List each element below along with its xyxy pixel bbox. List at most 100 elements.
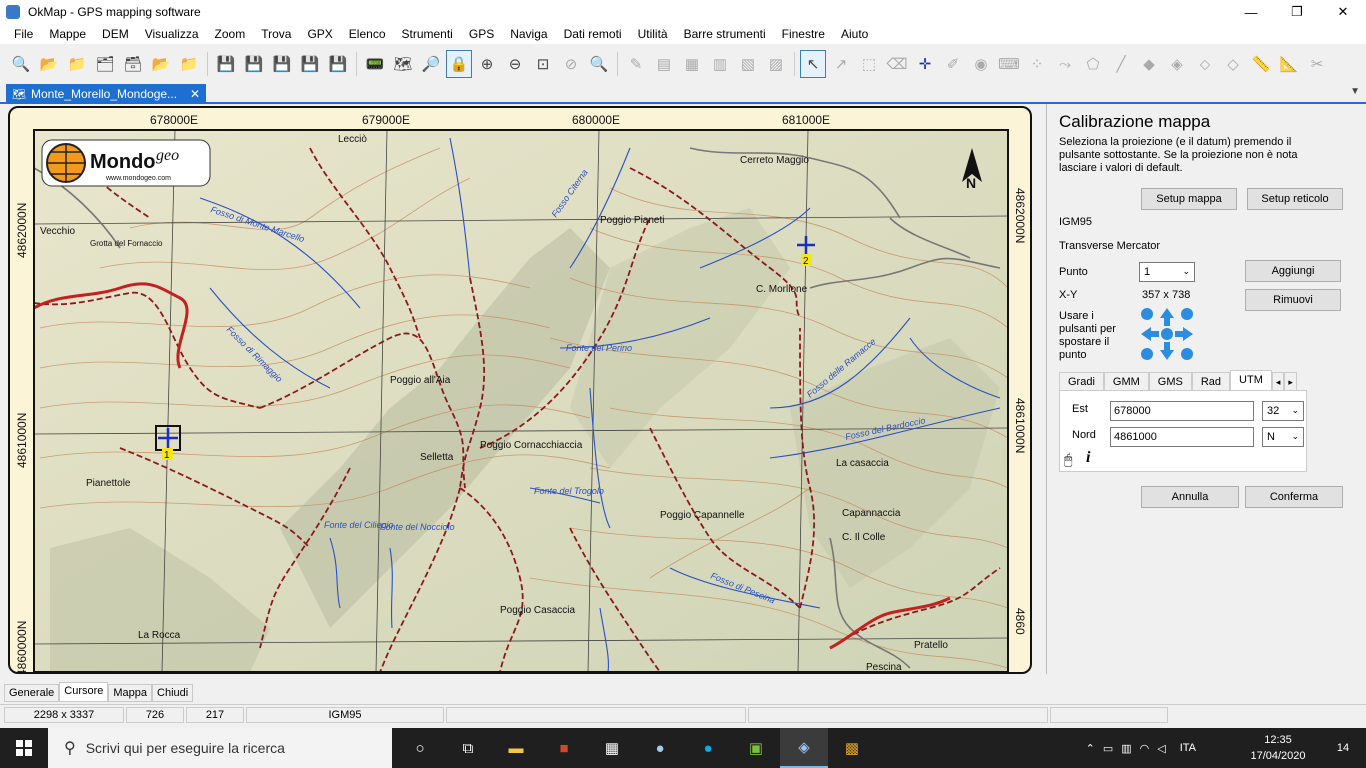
node-icon[interactable]: ◆ xyxy=(1136,50,1162,78)
eraser-icon[interactable]: ⌫ xyxy=(884,50,910,78)
menu-visualizza[interactable]: Visualizza xyxy=(137,24,207,44)
move-up-button[interactable] xyxy=(1160,308,1174,326)
save-gps-icon[interactable]: 💾 xyxy=(269,50,295,78)
language-indicator[interactable]: ITA xyxy=(1180,742,1196,754)
zoom-icon[interactable]: 🔎 xyxy=(418,50,444,78)
start-button[interactable] xyxy=(0,728,48,768)
menu-strumenti[interactable]: Strumenti xyxy=(394,24,461,44)
setup-map-button[interactable]: Setup mappa xyxy=(1141,188,1237,210)
remove-point-button[interactable]: Rimuovi xyxy=(1245,289,1341,311)
punto-select[interactable]: 1 ⌄ xyxy=(1139,262,1195,282)
close-tab-icon[interactable]: ✕ xyxy=(190,87,200,101)
close-button[interactable]: ✕ xyxy=(1320,0,1366,24)
powerpoint-icon[interactable]: ■ xyxy=(540,728,588,768)
notification-center-icon[interactable]: 14 xyxy=(1328,734,1358,762)
pointer-icon[interactable]: ↖ xyxy=(800,50,826,78)
move-down-right-button[interactable] xyxy=(1181,348,1193,360)
move-up-right-button[interactable] xyxy=(1181,308,1193,320)
node-add-icon[interactable]: ◈ xyxy=(1164,50,1190,78)
mouse-icon[interactable]: 🖱 xyxy=(1064,451,1072,468)
zoom-out-icon[interactable]: ⊖ xyxy=(502,50,528,78)
zone-select[interactable]: 32 ⌄ xyxy=(1262,401,1304,421)
zoom-actual-icon[interactable]: 🔍 xyxy=(586,50,612,78)
lock-icon[interactable]: 🔒 xyxy=(446,50,472,78)
app-globe-icon[interactable]: ● xyxy=(636,728,684,768)
save-all-icon[interactable]: 💾 xyxy=(297,50,323,78)
folder-icon[interactable]: 📁 xyxy=(64,50,90,78)
zoom-previous-icon[interactable]: ⊘ xyxy=(558,50,584,78)
move-right-button[interactable] xyxy=(1175,327,1193,341)
menu-file[interactable]: File xyxy=(6,24,41,44)
node-move-icon[interactable]: ⬦ xyxy=(1192,50,1218,78)
zoom-in-icon[interactable]: ⊕ xyxy=(474,50,500,78)
file-explorer-icon[interactable]: ▬ xyxy=(492,728,540,768)
est-input[interactable]: 678000 xyxy=(1110,401,1254,421)
clock[interactable]: 12:35 17/04/2020 xyxy=(1250,732,1306,764)
ruler-edit-icon[interactable]: 📐 xyxy=(1276,50,1302,78)
folder-close-icon[interactable]: 📁 xyxy=(176,50,202,78)
tab-gmm[interactable]: GMM xyxy=(1103,372,1149,390)
skype-icon[interactable]: ● xyxy=(684,728,732,768)
points-icon[interactable]: ⁘ xyxy=(1024,50,1050,78)
save-icon[interactable]: 💾 xyxy=(213,50,239,78)
battery-icon[interactable]: ▭ xyxy=(1103,742,1113,755)
zoom-window-icon[interactable]: ⊡ xyxy=(530,50,556,78)
track-edit-icon[interactable]: ▧ xyxy=(735,50,761,78)
cancel-button[interactable]: Annulla xyxy=(1141,486,1239,508)
okmap-icon[interactable]: ◈ xyxy=(780,728,828,768)
confirm-button[interactable]: Conferma xyxy=(1245,486,1343,508)
tab-gms[interactable]: GMS xyxy=(1148,372,1192,390)
polyline-icon[interactable]: ⤳ xyxy=(1052,50,1078,78)
tab-chiudi[interactable]: Chiudi xyxy=(152,684,194,702)
move-up-left-button[interactable] xyxy=(1141,308,1153,320)
chevron-up-icon[interactable]: ⌃ xyxy=(1086,742,1095,755)
tab-rad[interactable]: Rad xyxy=(1191,372,1231,390)
calibration-cross-icon[interactable]: ✛ xyxy=(912,50,938,78)
center-point-button[interactable] xyxy=(1161,328,1173,340)
add-point-button[interactable]: Aggiungi xyxy=(1245,260,1341,282)
volume-icon[interactable]: ◁ xyxy=(1157,742,1165,755)
ruler-icon[interactable]: 📏 xyxy=(1248,50,1274,78)
menu-mappe[interactable]: Mappe xyxy=(41,24,94,44)
menu-dem[interactable]: DEM xyxy=(94,24,137,44)
keyboard-icon[interactable]: ⌨ xyxy=(996,50,1022,78)
export-icon[interactable]: 💾 xyxy=(325,50,351,78)
folder-gear-icon[interactable]: 🗂 xyxy=(92,50,118,78)
gps-device-icon[interactable]: 📟 xyxy=(362,50,388,78)
menu-barre-strumenti[interactable]: Barre strumenti xyxy=(676,24,774,44)
save-as-icon[interactable]: 💾 xyxy=(241,50,267,78)
ruler-delete-icon[interactable]: ✂ xyxy=(1304,50,1330,78)
tab-utm[interactable]: UTM xyxy=(1230,370,1272,390)
waypoint-icon[interactable]: ▤ xyxy=(651,50,677,78)
minimize-button[interactable]: — xyxy=(1228,0,1274,24)
polygon-icon[interactable]: ⬠ xyxy=(1080,50,1106,78)
folder-search-icon[interactable]: 📂 xyxy=(36,50,62,78)
tab-generale[interactable]: Generale xyxy=(4,684,60,702)
task-switch-icon[interactable]: ⧉ xyxy=(444,728,492,768)
menu-dati-remoti[interactable]: Dati remoti xyxy=(556,24,630,44)
edit-icon[interactable]: ✎ xyxy=(623,50,649,78)
tab-scroll-right-icon[interactable]: ▸ xyxy=(1284,372,1297,390)
map-canvas[interactable]: Poggio Pianeti Poggio all'Aia Poggio Cor… xyxy=(10,108,1030,672)
editor-icon[interactable]: ▣ xyxy=(732,728,780,768)
line-icon[interactable]: ╱ xyxy=(1108,50,1134,78)
open-map-icon[interactable]: 🔍 xyxy=(8,50,34,78)
folder-add-icon[interactable]: 📂 xyxy=(148,50,174,78)
tab-gradi[interactable]: Gradi xyxy=(1059,372,1104,390)
compass-icon[interactable]: ◉ xyxy=(968,50,994,78)
map-view[interactable]: Poggio Pianeti Poggio all'Aia Poggio Cor… xyxy=(8,106,1032,674)
track-delete-icon[interactable]: ▨ xyxy=(763,50,789,78)
task-view-icon[interactable]: ○ xyxy=(396,728,444,768)
menu-naviga[interactable]: Naviga xyxy=(502,24,555,44)
info-icon[interactable]: i xyxy=(1086,449,1090,467)
select-area-icon[interactable]: ⬚ xyxy=(856,50,882,78)
move-down-left-button[interactable] xyxy=(1141,348,1153,360)
draw-icon[interactable]: ✐ xyxy=(940,50,966,78)
network-icon[interactable]: ▥ xyxy=(1121,742,1131,755)
menu-trova[interactable]: Trova xyxy=(253,24,299,44)
tab-cursore[interactable]: Cursore xyxy=(59,682,109,702)
menu-utilita[interactable]: Utilità xyxy=(630,24,676,44)
calculator-icon[interactable]: ▦ xyxy=(588,728,636,768)
menu-finestre[interactable]: Finestre xyxy=(774,24,833,44)
menu-zoom[interactable]: Zoom xyxy=(207,24,254,44)
